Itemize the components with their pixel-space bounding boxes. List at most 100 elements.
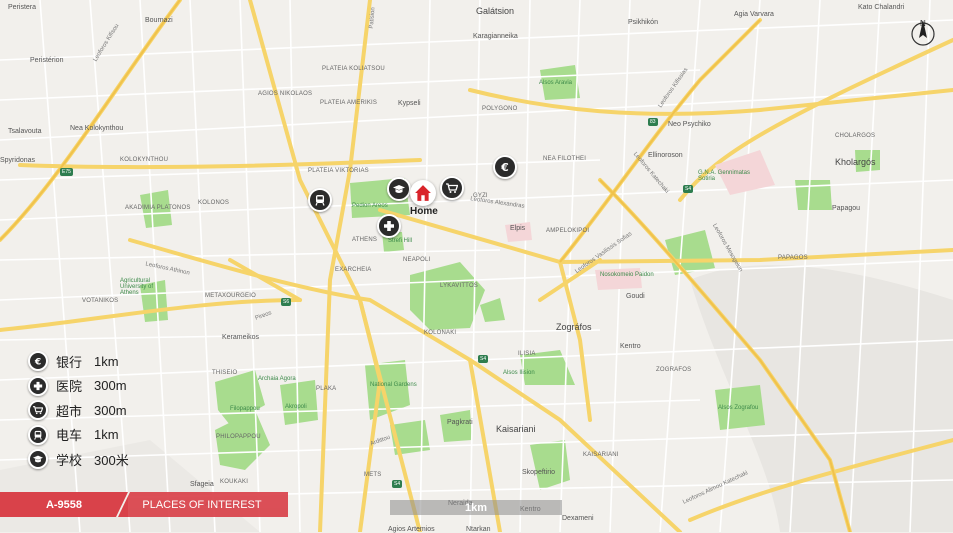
place-label: PLAKA <box>316 386 337 392</box>
place-label: Pedion Areos <box>352 203 388 209</box>
place-label: KAISARIANI <box>583 452 619 458</box>
place-label: ILISIA <box>518 351 536 357</box>
legend-label: 医院 <box>56 379 83 395</box>
legend-distance: 300m <box>94 378 127 394</box>
place-label: Skopeftirio <box>522 469 556 476</box>
place-label: Peristérion <box>30 57 64 64</box>
place-label: Goudi <box>626 293 645 300</box>
legend-row-school: 学校 300米 <box>28 447 129 472</box>
place-label: Alsos Ilision <box>503 370 535 376</box>
legend-tram-icon <box>28 424 48 445</box>
home-label: Home <box>410 206 438 217</box>
place-label: Filopappou <box>230 406 260 412</box>
place-label: Pagkrati <box>447 419 473 426</box>
place-label: ZOGRAFOS <box>656 367 692 373</box>
place-label: PLATEIA KOLIATSOU <box>322 66 385 72</box>
legend-row-bank: € 银行 1km <box>28 349 129 374</box>
place-label: VOTANIKOS <box>82 298 119 304</box>
place-label: Bournazi <box>145 17 173 24</box>
place-label: Kato Chalandri <box>858 4 905 11</box>
route-shield: E75 <box>60 168 73 176</box>
place-label: Sfageia <box>190 481 214 488</box>
legend-label: 超市 <box>56 403 83 419</box>
place-label: Ellinoroson <box>648 152 683 159</box>
route-shield: S6 <box>281 298 292 306</box>
place-label: NEAPOLI <box>403 257 431 263</box>
home-marker[interactable] <box>410 180 436 206</box>
legend-distance: 1km <box>94 353 119 369</box>
place-label: Agia Varvara <box>734 11 774 18</box>
legend-label: 银行 <box>56 354 83 370</box>
school-marker[interactable] <box>387 177 411 201</box>
school-icon <box>393 185 405 193</box>
place-label: KOLONOS <box>198 200 230 206</box>
compass-icon: N <box>911 19 935 46</box>
bank-icon: € <box>500 161 509 173</box>
place-label: PLATEIA VIKTORIAS <box>308 168 369 174</box>
place-label: Agricultural University of Athens <box>120 278 154 296</box>
place-label: THISEIO <box>212 370 238 376</box>
place-label: KOLONAKI <box>424 330 457 336</box>
place-label: Kerameikos <box>222 334 259 341</box>
banner-title: PLACES OF INTEREST <box>116 492 288 517</box>
map-canvas[interactable] <box>0 0 953 532</box>
place-label: Spyridonas <box>0 157 36 164</box>
place-label: KOUKAKI <box>220 479 249 485</box>
place-label: Kentro <box>620 343 641 350</box>
place-label: Dexameni <box>562 515 594 522</box>
legend-distance: 1km <box>94 427 119 443</box>
legend-label: 电车 <box>56 428 83 444</box>
place-label: Kaisariani <box>496 424 536 434</box>
place-label: Neo Psychiko <box>668 121 711 128</box>
place-label: EXARCHEIA <box>335 267 372 273</box>
place-label: LYKAVITTOS <box>440 283 479 289</box>
place-label: Nea Kolokynthou <box>70 125 124 132</box>
place-label: Galátsion <box>476 6 515 16</box>
bank-marker[interactable]: € <box>493 155 517 179</box>
place-label: Elpis <box>510 225 526 232</box>
legend-supermarket-icon <box>28 400 48 421</box>
route-shield: S4 <box>683 185 694 193</box>
route-shield: S4 <box>478 355 489 363</box>
legend-bank-icon: € <box>28 351 48 372</box>
place-label: PAPAGOS <box>778 255 808 261</box>
svg-text:€: € <box>500 161 509 173</box>
scale-bar: 1km <box>390 500 562 515</box>
listing-code: A-9558 <box>0 492 128 517</box>
legend-row-hospital: 医院 300m <box>28 374 129 399</box>
legend-school-icon <box>28 449 48 470</box>
place-label: PHILOPAPPOU <box>216 434 261 440</box>
svg-text:€: € <box>34 357 41 367</box>
place-label: AMPELOKIPOI <box>546 228 590 234</box>
supermarket-marker[interactable] <box>440 176 464 200</box>
legend-distance: 300m <box>94 402 127 418</box>
place-label: Alsos Zografou <box>718 405 759 411</box>
place-label: Akropoli <box>285 404 307 410</box>
place-label: G.N.A. Gennimatas Sotiria <box>698 170 751 182</box>
place-label: METAXOURGEIO <box>205 293 256 299</box>
tram-marker[interactable] <box>308 188 332 212</box>
place-label: Psikhikón <box>628 19 658 26</box>
home-icon <box>415 185 431 201</box>
place-label: KOLOKYNTHOU <box>120 157 169 163</box>
place-label: AKADIMIA PLATONOS <box>125 205 191 211</box>
place-label: Strefi Hill <box>388 238 413 244</box>
place-label: POLYGONO <box>482 106 518 112</box>
route-shield: S4 <box>392 480 403 488</box>
legend-label: 学校 <box>56 452 83 468</box>
hospital-marker[interactable] <box>377 214 401 238</box>
place-label: Papagou <box>832 205 861 212</box>
place-label: Peristera <box>8 4 37 11</box>
legend-row-supermarket: 超市 300m <box>28 398 129 423</box>
footer-banner: A-9558 PLACES OF INTEREST <box>0 492 290 517</box>
place-label: PLATEIA AMERIKIS <box>320 100 378 106</box>
place-label: NEA FILOTHEI <box>543 156 587 162</box>
place-label: Kholargós <box>835 157 876 167</box>
place-label: Archaia Agora <box>258 376 296 382</box>
place-label: Kypseli <box>398 100 421 107</box>
supermarket-icon <box>446 183 458 193</box>
place-label: CHOLARGOS <box>835 133 876 139</box>
place-label: ATHENS <box>352 237 378 243</box>
poi-legend: € 银行 1km 医院 300m 超市 300m 电车 1km 学校 300米 <box>28 349 129 472</box>
place-label: AGIOS NIKOLAOS <box>258 91 313 97</box>
